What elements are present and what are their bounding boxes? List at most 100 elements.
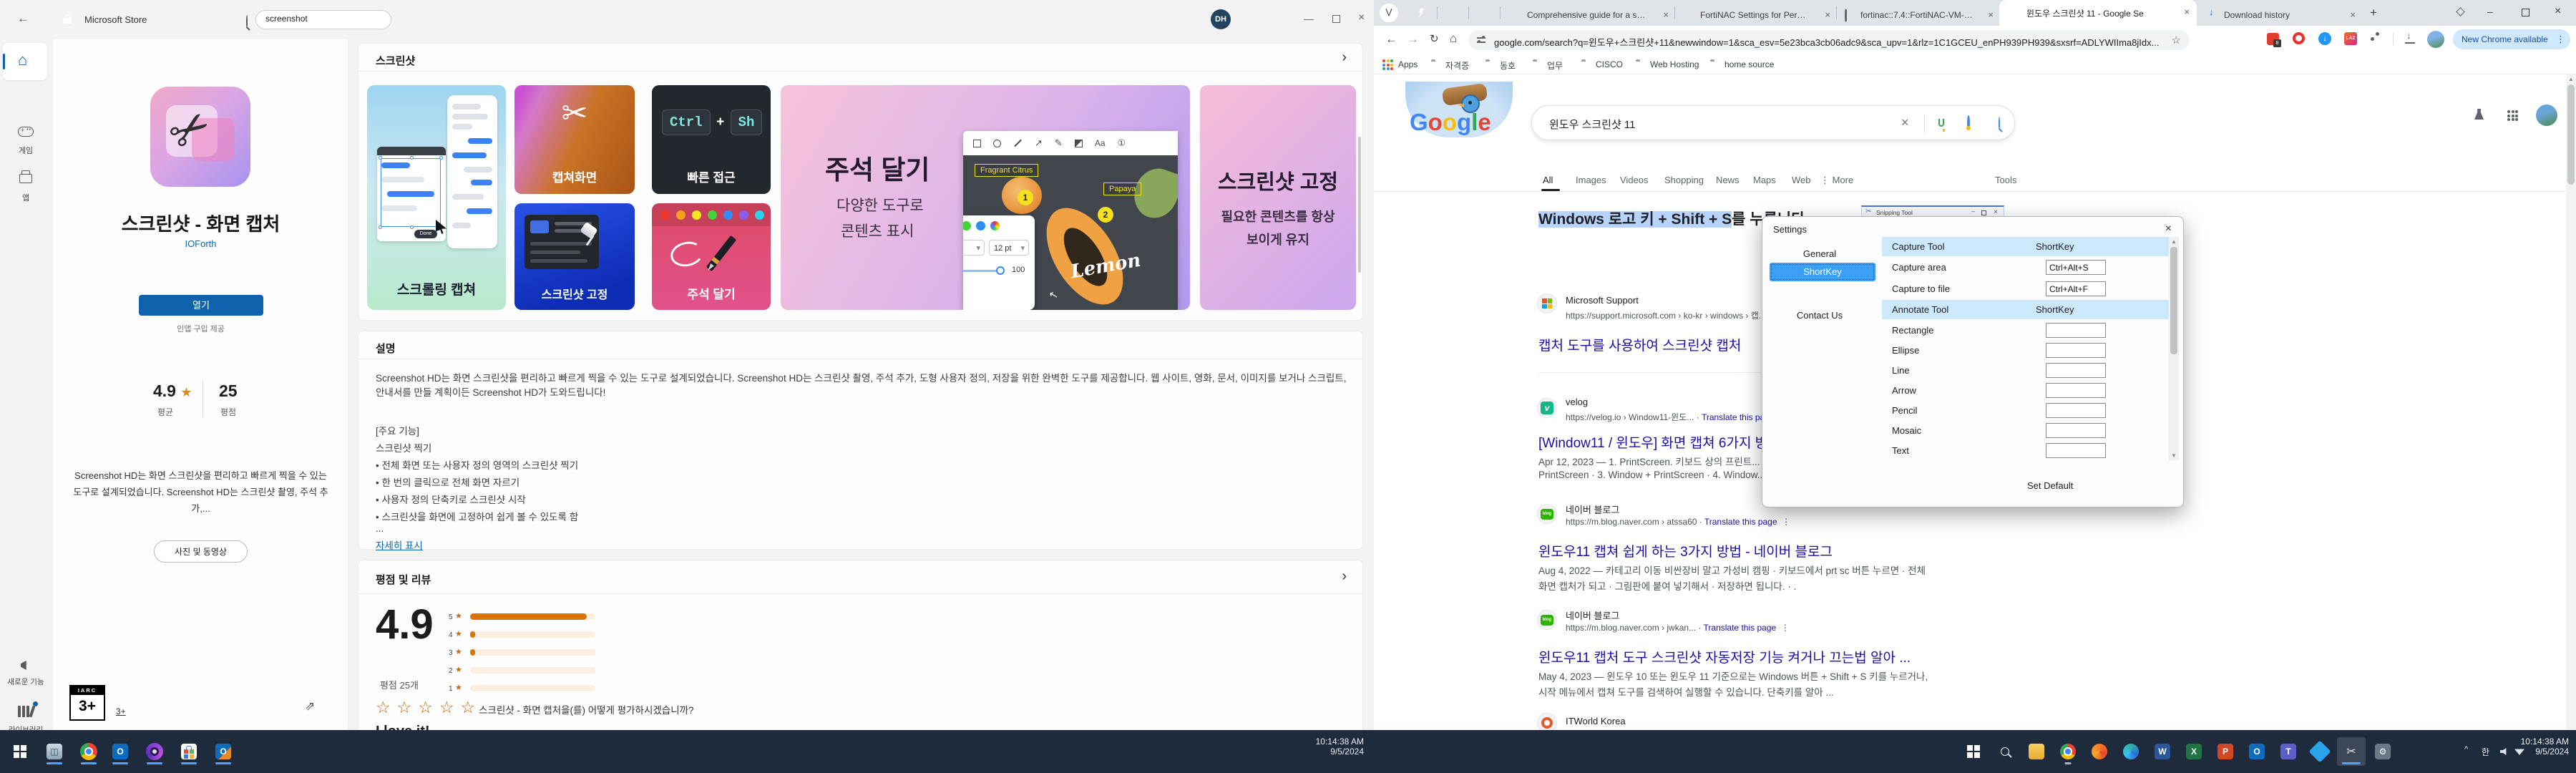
site-info-icon[interactable] <box>1477 36 1485 44</box>
tab-close-icon[interactable]: × <box>1988 9 1994 20</box>
bookmark-folder[interactable]: Web Hosting <box>1650 59 1699 69</box>
taskbar-app-powerpoint[interactable]: P <box>2211 737 2240 766</box>
line-shortcut-input[interactable] <box>2046 363 2106 378</box>
restore-button[interactable] <box>2522 9 2529 16</box>
nav-tab-images[interactable]: Images <box>1576 175 1606 185</box>
bookmark-apps[interactable]: Apps <box>1398 59 1418 69</box>
nav-tab-videos[interactable]: Videos <box>1620 175 1649 185</box>
dialog-close-icon[interactable]: × <box>2165 223 2172 235</box>
result-menu-icon[interactable]: ⋮ <box>1782 517 1790 527</box>
capture-file-shortcut-input[interactable] <box>2046 281 2106 296</box>
taskbar-app-chrome[interactable] <box>74 737 103 766</box>
screenshot-tile-pin[interactable]: 스크린샷 고정 <box>514 203 635 310</box>
taskbar-app-vscode[interactable] <box>2306 737 2334 766</box>
nav-tab-web[interactable]: Web <box>1792 175 1811 185</box>
scrollbar-thumb[interactable] <box>2567 84 2575 185</box>
tab-search-button[interactable]: ⋁ <box>1380 4 1398 22</box>
app-publisher-link[interactable]: IOForth <box>53 238 348 249</box>
taskbar-app-explorer[interactable] <box>2022 737 2051 766</box>
store-search-input[interactable] <box>265 14 369 24</box>
arrow-shortcut-input[interactable] <box>2046 383 2106 398</box>
tab-fortinac-settings[interactable]: FortiNAC Settings for Persistent × <box>1679 4 1835 26</box>
dialog-nav-contact[interactable]: Contact Us <box>1762 310 1877 321</box>
result-heading[interactable]: 윈도우11 캡쳐 쉽게 하는 3가지 방법 - 네이버 블로그 <box>1538 541 1833 560</box>
google-search-box[interactable]: 윈도우 스크린샷 11 × <box>1531 105 2015 140</box>
forward-icon[interactable]: → <box>1407 32 1419 47</box>
result-site[interactable]: 네이버 블로그 <box>1566 502 1619 516</box>
result-url[interactable]: https://m.blog.naver.com › atssa60 · Tra… <box>1566 517 1790 527</box>
result-url[interactable]: https://m.blog.naver.com › jwkan... · Tr… <box>1566 623 1790 633</box>
result-url[interactable]: https://velog.io › Window11-윈도... · Tran… <box>1566 411 1775 423</box>
color-blue[interactable] <box>976 221 985 230</box>
bookmark-star-icon[interactable]: ☆ <box>2172 34 2181 47</box>
back-button[interactable]: ← <box>17 11 29 26</box>
taskbar-app-screenshot-hd[interactable] <box>140 737 169 766</box>
taskbar-app-remote-desktop[interactable]: ◫ <box>40 737 69 766</box>
nav-tools[interactable]: Tools <box>1995 175 2016 185</box>
close-button[interactable]: × <box>1358 11 1365 24</box>
section-chevron-icon[interactable]: › <box>1342 49 1347 66</box>
maximize-button[interactable] <box>1332 15 1340 23</box>
profile-avatar[interactable] <box>2427 31 2444 48</box>
taskbar-app-settings[interactable]: ⚙ <box>2368 737 2397 766</box>
pencil-shortcut-input[interactable] <box>2046 403 2106 418</box>
tab-close-icon[interactable]: × <box>2350 9 2356 20</box>
screenshot-tile-capture[interactable]: ✂ 캡쳐화면 <box>514 85 635 194</box>
lazada-extension-icon[interactable]: LAZ <box>2344 32 2357 45</box>
color-rainbow[interactable] <box>990 221 1000 230</box>
google-apps-icon[interactable] <box>2507 110 2518 121</box>
rate-stars[interactable]: ☆☆☆☆☆ <box>376 698 482 717</box>
bookmark-folder[interactable]: home source <box>1724 59 1774 69</box>
dialog-nav-shortkey-selected[interactable]: ShortKey <box>1770 263 1875 281</box>
tab-comprehensive-guide[interactable]: Comprehensive guide for a sim × <box>1506 4 1673 26</box>
chrome-update-pill[interactable]: New Chrome available ⋮ <box>2453 29 2570 49</box>
tab-close-icon[interactable]: × <box>1663 9 1669 20</box>
taskbar-app-outlook[interactable]: O <box>106 737 135 766</box>
nav-tab-more[interactable]: ⋮ More <box>1820 175 1853 186</box>
scrollbar-down-arrow[interactable]: ▼ <box>2171 452 2177 459</box>
tab-download-history[interactable]: Download history × <box>2201 4 2361 26</box>
minimize-button[interactable]: – <box>2487 6 2493 17</box>
translate-link[interactable]: Translate this page <box>1704 623 1777 633</box>
taskbar-clock[interactable]: 10:14:38 AM 9/5/2024 <box>2521 736 2569 757</box>
taskbar-app-firefox[interactable] <box>2085 737 2114 766</box>
nav-tab-news[interactable]: News <box>1716 175 1740 185</box>
taskbar-app-search[interactable] <box>1991 737 2019 766</box>
set-default-button[interactable]: Set Default <box>2027 480 2073 491</box>
section-chevron-icon[interactable]: › <box>1342 568 1347 585</box>
screenshot-tile-pin-large[interactable]: 스크린샷 고정 필요한 콘텐츠를 항상 보이게 유지 <box>1200 85 1356 310</box>
adblock-extension-icon[interactable]: 8 <box>2267 33 2279 45</box>
google-lens-icon[interactable] <box>1967 115 1970 130</box>
bookmark-folder[interactable]: 동호 <box>1500 59 1516 72</box>
sidebar-item-whats-new[interactable]: 새로운 기능 <box>0 656 52 696</box>
screenshot-tile-scrolling[interactable]: Done 스크롤링 캡쳐 <box>367 85 506 310</box>
content-scrollbar[interactable] <box>1358 137 1361 273</box>
scrollbar-up-arrow[interactable]: ▲ <box>2568 76 2574 82</box>
taskbar-app-outlook-new[interactable]: O <box>209 737 238 766</box>
color-green[interactable] <box>963 221 971 230</box>
screenshot-tile-annotate-large[interactable]: 주석 달기 다양한 도구로 콘텐츠 표시 ↗ ✎ Aa ① <box>781 85 1190 310</box>
result-heading[interactable]: 윈도우11 캡처 도구 스크린샷 자동저장 기능 켜거나 끄는법 알아 ... <box>1538 647 1911 666</box>
tab-fortinac-vm[interactable]: fortinac::7.4::FortiNAC-VM-CA × <box>1840 4 1996 26</box>
idm-extension-icon[interactable]: ↓ <box>2318 32 2331 45</box>
share-icon[interactable]: ⇗ <box>305 699 315 714</box>
nav-tab-all[interactable]: All <box>1543 175 1553 185</box>
taskbar-app-teams[interactable]: T <box>2274 737 2303 766</box>
opacity-slider[interactable] <box>963 270 1003 272</box>
translate-link[interactable]: Translate this page <box>1704 517 1777 527</box>
open-button[interactable]: 열기 <box>139 295 263 316</box>
start-button[interactable] <box>1959 737 1988 766</box>
media-button[interactable]: 사진 및 동영상 <box>154 540 248 563</box>
nav-tab-shopping[interactable]: Shopping <box>1664 175 1704 185</box>
apps-grid-icon[interactable] <box>1382 59 1393 70</box>
font-select[interactable]: Segou UI▾ <box>963 240 985 256</box>
bookmark-folder[interactable]: 자격증 <box>1445 59 1469 72</box>
labs-icon[interactable] <box>2474 109 2484 120</box>
taskbar-app-snipping-active[interactable]: ✂ <box>2337 737 2366 766</box>
search-query-text[interactable]: 윈도우 스크린샷 11 <box>1549 117 1636 132</box>
rectangle-shortcut-input[interactable] <box>2046 323 2106 338</box>
screenshot-tile-annotate[interactable]: 주석 달기 <box>652 203 771 310</box>
snipping-close-icon[interactable]: × <box>1994 208 1998 216</box>
dialog-scrollbar[interactable]: ▲ ▼ <box>2169 237 2179 460</box>
result-url[interactable]: https://support.microsoft.com › ko-kr › … <box>1566 309 1766 321</box>
